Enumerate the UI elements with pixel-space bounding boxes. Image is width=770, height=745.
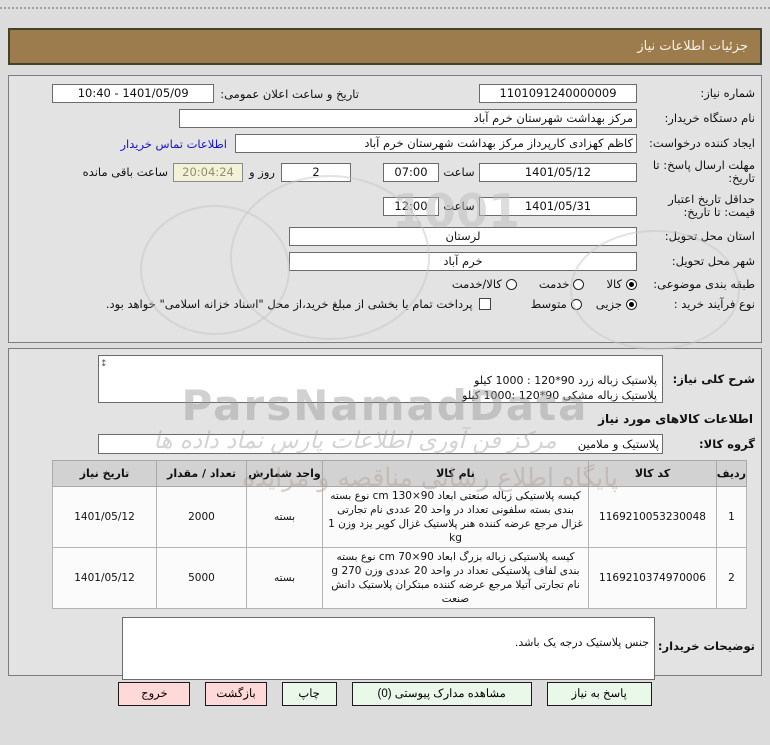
row-delivery-province: استان محل تحویل: لرستان — [15, 227, 755, 246]
row-price-validity: حداقل تاریخ اعتبار قیمت: تا تاریخ: 1401/… — [15, 193, 755, 219]
announce-datetime-label: تاریخ و ساعت اعلان عمومی: — [220, 86, 359, 101]
col-header-name: نام کالا — [322, 460, 589, 487]
radio-minor-icon[interactable] — [626, 298, 637, 310]
textarea-scroll-icon[interactable]: ↕ — [100, 357, 108, 372]
radio-option-goods-service[interactable]: کالا/خدمت — [452, 277, 517, 291]
back-button[interactable]: بازگشت — [205, 682, 267, 706]
cell-row-index: 2 — [716, 547, 747, 609]
delivery-city-label: شهر محل تحویل: — [671, 254, 755, 268]
goods-section-header: اطلاعات کالاهای مورد نیاز — [598, 412, 753, 426]
days-remaining-label: روز و — [249, 165, 275, 179]
exit-button[interactable]: خروج — [118, 682, 191, 706]
cell-goods-code: 1169210053230048 — [588, 486, 717, 548]
need-info-panel: شماره نیاز: 1101091240000009 تاریخ و ساع… — [8, 75, 762, 343]
print-button[interactable]: چاپ — [281, 682, 337, 706]
delivery-province-field[interactable]: لرستان — [289, 227, 637, 246]
need-number-label: شماره نیاز: — [700, 86, 755, 100]
cell-goods-qty: 2000 — [156, 486, 247, 548]
table-row: 2 1169210374970006 کیسه پلاستیکی زباله ب… — [52, 547, 747, 609]
cell-goods-name: کیسه پلاستیکی زباله صنعتی ابعاد 90×130 c… — [322, 486, 589, 548]
reply-to-need-button[interactable]: پاسخ به نیاز — [546, 682, 652, 706]
reply-deadline-date-field[interactable]: 1401/05/12 — [479, 162, 637, 182]
page-title: جزئیات اطلاعات نیاز — [8, 28, 762, 65]
goods-table: ردیف کد کالا نام کالا واحد شمارش تعداد /… — [52, 460, 747, 609]
delivery-city-field[interactable]: خرم آباد — [289, 252, 637, 271]
cell-need-date: 1401/05/12 — [52, 547, 157, 609]
process-type-label: نوع فرآیند خرید : — [673, 296, 755, 311]
radio-medium-icon[interactable] — [570, 298, 582, 310]
radio-minor-label: جزیی — [595, 297, 622, 311]
request-creator-field[interactable]: کاظم کهزادی کارپرداز مرکز بهداشت شهرستان… — [235, 134, 637, 153]
row-process-type: نوع فرآیند خرید : جزیی متوسط پرداخت تمام… — [15, 297, 755, 311]
row-reply-deadline: مهلت ارسال پاسخ: تا تاریخ: 1401/05/12 سا… — [15, 159, 755, 185]
goods-info-panel: شرح کلی نیاز: پلاستیک زباله زرد 90*120 :… — [8, 348, 762, 680]
radio-goods-label: کالا — [606, 277, 622, 291]
radio-option-minor[interactable]: جزیی — [596, 297, 637, 311]
need-description-label: شرح کلی نیاز: — [672, 372, 755, 386]
row-need-description: شرح کلی نیاز: پلاستیک زباله زرد 90*120 :… — [15, 355, 755, 403]
radio-medium-label: متوسط — [530, 297, 567, 311]
request-creator-label: ایجاد کننده درخواست: — [649, 136, 755, 150]
reply-deadline-hour-label: ساعت — [443, 165, 475, 179]
radio-option-service[interactable]: خدمت — [539, 277, 585, 291]
radio-option-goods[interactable]: کالا — [606, 277, 637, 291]
radio-service-label: خدمت — [538, 277, 570, 291]
row-request-creator: ایجاد کننده درخواست: کاظم کهزادی کارپردا… — [15, 134, 755, 153]
buyer-org-field[interactable]: مرکز بهداشت شهرستان خرم آباد — [179, 109, 637, 128]
buyer-notes-label: توضیحات خریدار: — [657, 639, 755, 653]
radio-goods-service-icon[interactable] — [505, 278, 517, 290]
need-details-page: جزئیات اطلاعات نیاز شماره نیاز: 11010912… — [0, 0, 770, 745]
top-dotted-divider — [0, 7, 770, 9]
treasury-docs-checkbox[interactable] — [478, 298, 491, 310]
row-buyer-org: نام دستگاه خریدار: مرکز بهداشت شهرستان خ… — [15, 109, 755, 128]
days-remaining-field[interactable]: 2 — [281, 162, 351, 182]
cell-row-index: 1 — [716, 486, 747, 548]
cell-goods-unit: بسته — [246, 547, 323, 609]
price-validity-hour-label: ساعت — [443, 199, 475, 213]
view-attached-docs-button[interactable]: مشاهده مدارک پیوستی (0) — [351, 682, 532, 706]
cell-goods-qty: 5000 — [156, 547, 247, 609]
row-need-number: شماره نیاز: 1101091240000009 تاریخ و ساع… — [15, 84, 755, 103]
reply-deadline-hour-field[interactable]: 07:00 — [383, 162, 439, 182]
row-buyer-notes: توضیحات خریدار: جنس پلاستیک درجه یک باشد… — [15, 617, 755, 680]
buyer-contact-link[interactable]: اطلاعات تماس خریدار — [120, 137, 227, 151]
row-subject-classification: طبقه بندی موضوعی: کالا خدمت کالا/خدمت — [15, 277, 755, 291]
table-row: 1 1169210053230048 کیسه پلاستیکی زباله ص… — [52, 486, 747, 548]
buyer-notes-textarea[interactable]: جنس پلاستیک درجه یک باشد. — [122, 617, 655, 680]
radio-option-medium[interactable]: متوسط — [531, 297, 582, 311]
treasury-docs-label: پرداخت تمام یا بخشی از مبلغ خرید،از محل … — [105, 297, 473, 311]
delivery-province-label: استان محل تحویل: — [664, 229, 755, 243]
goods-group-field[interactable]: پلاستیک و ملامین — [98, 434, 663, 454]
col-header-qty: تعداد / مقدار — [156, 460, 247, 487]
cell-goods-name: کیسه پلاستیکی زباله بزرگ ابعاد 90×70 cm … — [322, 547, 589, 609]
row-goods-group: گروه کالا: پلاستیک و ملامین — [15, 434, 755, 454]
radio-goods-icon[interactable] — [626, 278, 637, 290]
cell-goods-code: 1169210374970006 — [588, 547, 717, 609]
goods-group-label: گروه کالا: — [699, 437, 755, 451]
col-header-date: تاریخ نیاز — [52, 460, 157, 487]
goods-table-header-row: ردیف کد کالا نام کالا واحد شمارش تعداد /… — [52, 460, 747, 487]
col-header-code: کد کالا — [588, 460, 717, 487]
reply-deadline-label: مهلت ارسال پاسخ: تا تاریخ: — [652, 158, 755, 185]
radio-service-icon[interactable] — [573, 278, 585, 290]
announce-datetime-field[interactable]: 1401/05/09 - 10:40 — [52, 84, 215, 103]
subject-classification-label: طبقه بندی موضوعی: — [653, 276, 755, 291]
need-number-field[interactable]: 1101091240000009 — [479, 84, 637, 103]
cell-need-date: 1401/05/12 — [52, 486, 157, 548]
countdown-timer: 20:04:24 — [173, 162, 243, 182]
price-validity-label: حداقل تاریخ اعتبار قیمت: تا تاریخ: — [668, 192, 755, 219]
radio-goods-service-label: کالا/خدمت — [451, 277, 502, 291]
countdown-label: ساعت باقی مانده — [82, 165, 168, 179]
price-validity-hour-field[interactable]: 12:00 — [383, 196, 439, 216]
need-description-textarea[interactable]: پلاستیک زباله زرد 90*120 : 1000 کیلو پلا… — [98, 355, 663, 403]
row-delivery-city: شهر محل تحویل: خرم آباد — [15, 252, 755, 271]
cell-goods-unit: بسته — [246, 486, 323, 548]
action-button-row: پاسخ به نیاز مشاهده مدارک پیوستی (0) چاپ… — [0, 682, 770, 706]
buyer-org-label: نام دستگاه خریدار: — [664, 111, 755, 125]
col-header-row: ردیف — [716, 460, 747, 487]
price-validity-date-field[interactable]: 1401/05/31 — [479, 196, 637, 216]
col-header-unit: واحد شمارش — [246, 460, 323, 487]
